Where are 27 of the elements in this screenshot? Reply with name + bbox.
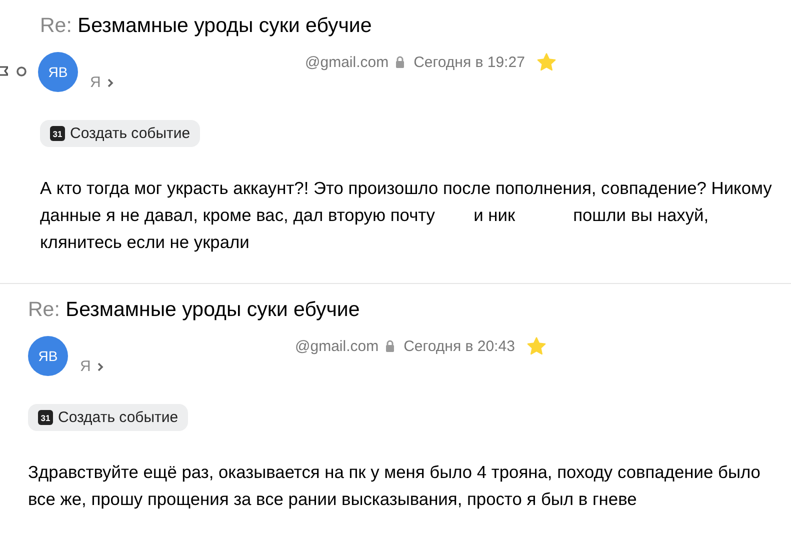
create-event-button[interactable]: 31 Создать событие (40, 120, 200, 147)
subject-prefix: Re: (40, 14, 72, 37)
message-text: все же, прошу прощения за все рании высказывания, просто я был в гневе (28, 488, 638, 511)
calendar-icon: 31 (50, 126, 65, 141)
star-icon[interactable] (526, 337, 546, 355)
message-time: Сегодня в 20:43 (404, 338, 515, 354)
message-subject: Безмамные уроды суки ебучие (78, 14, 372, 37)
message-time: Сегодня в 19:27 (414, 54, 525, 70)
chevron-icon[interactable] (96, 362, 104, 372)
calendar-icon: 31 (38, 410, 53, 425)
recipient[interactable]: Я (90, 74, 101, 91)
message-text: данные я не давал, кроме вас, дал вторую почту и ник пошли вы нахуй, (40, 204, 710, 227)
chevron-icon[interactable] (106, 78, 114, 88)
star-icon[interactable] (536, 53, 556, 71)
message-text: А кто тогда мог украсть аккаунт?! Это произошло после пополнения, совпадение? Никому (40, 177, 773, 200)
message-subject: Безмамные уроды суки ебучие (66, 298, 360, 321)
sender-email[interactable]: @gmail.com (305, 54, 389, 70)
flag-icon[interactable] (0, 66, 8, 76)
create-event-button[interactable]: 31 Создать событие (28, 404, 188, 431)
avatar: ЯВ (28, 336, 68, 376)
sender-email[interactable]: @gmail.com (295, 338, 379, 354)
message-text: Здравствуйте ещё раз, оказывается на пк у меня было 4 трояна, походу совпадение было (28, 461, 762, 484)
avatar: ЯВ (38, 52, 78, 92)
message-text: клянитесь если не украли (40, 231, 250, 254)
circle-icon[interactable] (16, 66, 27, 76)
recipient[interactable]: Я (80, 358, 91, 375)
subject-prefix: Re: (28, 298, 60, 321)
